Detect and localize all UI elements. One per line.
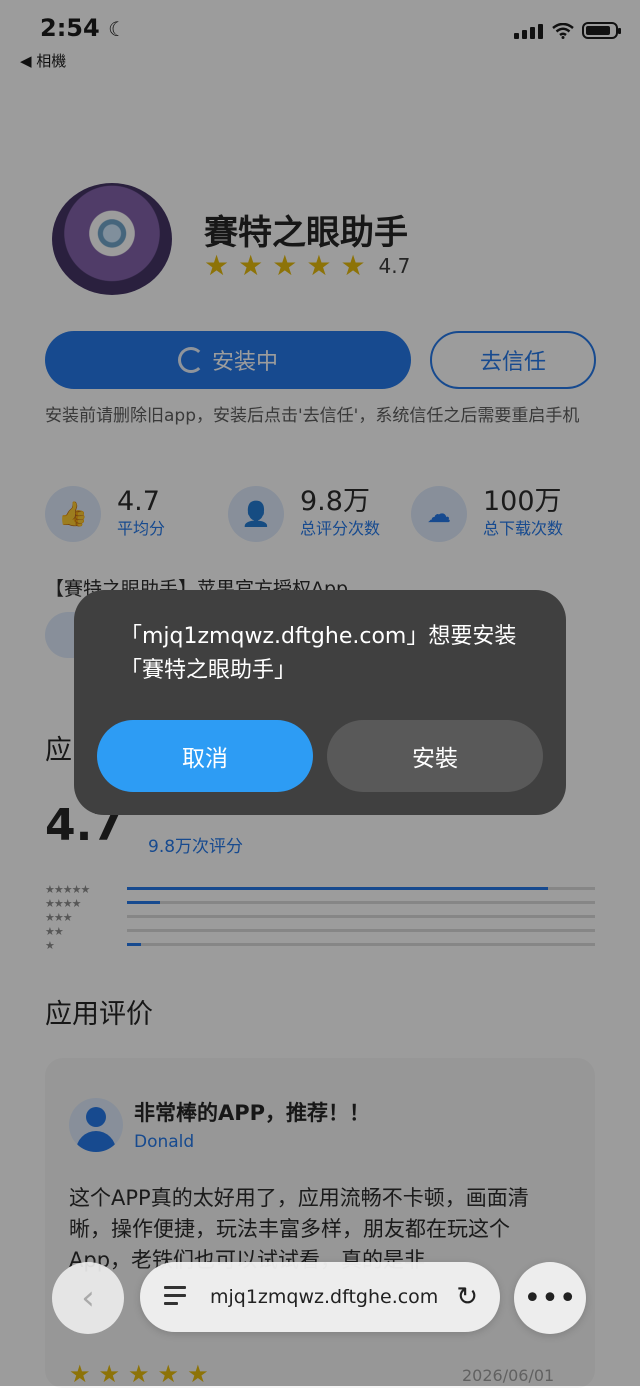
reader-icon[interactable] [164, 1284, 188, 1310]
cancel-button[interactable]: 取消 [97, 720, 313, 792]
confirm-install-button[interactable]: 安裝 [327, 720, 543, 792]
reload-icon[interactable]: ↻ [456, 1282, 478, 1312]
dialog-message: 「mjq1zmqwz.dftghe.com」想要安装「賽特之眼助手」 [120, 624, 517, 683]
address-bar[interactable]: mjq1zmqwz.dftghe.com ↻ [140, 1262, 500, 1332]
more-icon[interactable]: ••• [514, 1262, 586, 1334]
app-download-page: 2:54 ☾ ◀ 相機 賽特之眼助手 ★ ★ ★ ★ ★ 4.7 安装中 去信任… [0, 0, 640, 1388]
chevron-left-icon[interactable]: ‹ [52, 1262, 124, 1334]
url-text: mjq1zmqwz.dftghe.com [210, 1286, 439, 1308]
